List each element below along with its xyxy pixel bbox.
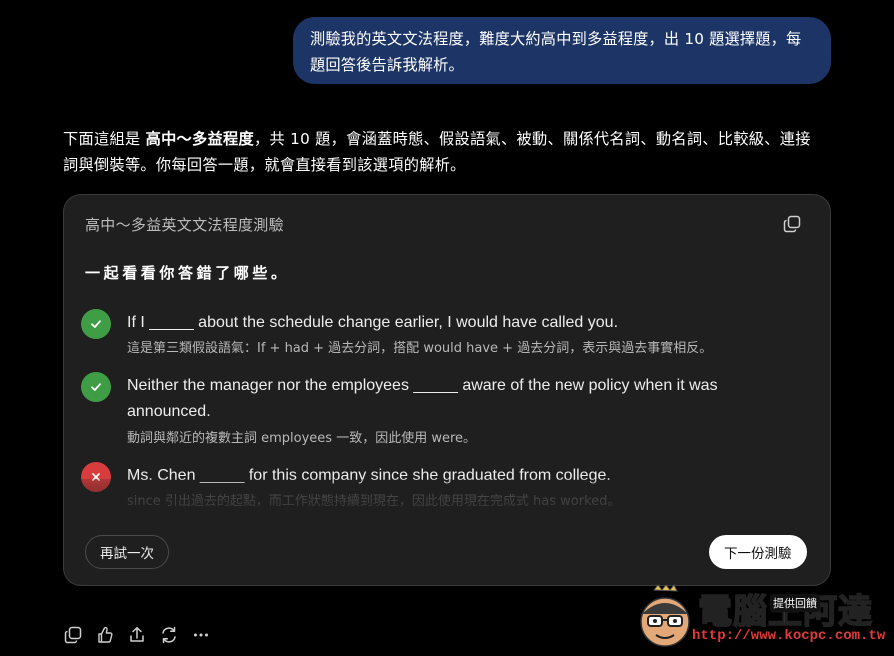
explanation-text: 這是第三類假設語氣：If + had + 過去分詞，搭配 would have …: [127, 341, 713, 356]
watermark-url: http://www.kocpc.com.tw: [692, 628, 886, 644]
cross-icon: [81, 462, 111, 492]
more-icon[interactable]: [191, 625, 211, 645]
explanation-text: since 引出過去的起點，而工作狀態持續到現在，因此使用現在完成式 has w…: [127, 494, 621, 509]
result-list: If I _____ about the schedule change ear…: [64, 195, 830, 585]
next-quiz-button[interactable]: 下一份測驗: [709, 535, 807, 569]
feedback-icon[interactable]: [95, 625, 115, 645]
chat-page: 測驗我的英文文法程度，難度大約高中到多益程度，出 10 題選擇題，每 題回答後告…: [0, 0, 894, 656]
intro-text: 下面這組是: [63, 130, 146, 148]
assistant-intro-line: 詞與倒裝等。你每回答一題，就會直接看到該選項的解析。: [63, 156, 466, 174]
retry-button[interactable]: 再試一次: [85, 535, 169, 569]
tooltip: 提供回饋: [770, 594, 820, 612]
share-icon[interactable]: [127, 625, 147, 645]
explanation-text: 動詞與鄰近的複數主詞 employees 一致，因此使用 were。: [127, 431, 477, 446]
regenerate-icon[interactable]: [159, 625, 179, 645]
user-message-bubble: 測驗我的英文文法程度，難度大約高中到多益程度，出 10 題選擇題，每 題回答後告…: [293, 17, 831, 84]
site-watermark: 電腦王阿達 http://www.kocpc.com.tw: [636, 580, 890, 652]
check-icon: [81, 309, 111, 339]
question-text: If I _____ about the schedule change ear…: [127, 314, 619, 331]
question-text: Neither the manager nor the employees __…: [127, 377, 718, 420]
question-text: Ms. Chen _____ for this company since sh…: [127, 467, 611, 484]
assistant-intro-line: 下面這組是 高中～多益程度，共 10 題，會涵蓋時態、假設語氣、被動、關係代名詞…: [63, 126, 833, 152]
message-action-bar: [63, 625, 211, 645]
check-icon: [81, 372, 111, 402]
quiz-result-card: 高中～多益英文文法程度測驗 一起看看你答錯了哪些。 If I _____ abo…: [63, 194, 831, 586]
mascot-icon: [636, 584, 694, 648]
intro-text: ，共 10 題，會涵蓋時態、假設語氣、被動、關係代名詞、動名詞、比較級、連接: [254, 130, 811, 148]
intro-bold-text: 高中～多益程度: [145, 130, 254, 148]
user-message-line: 測驗我的英文文法程度，難度大約高中到多益程度，出 10 題選擇題，每: [310, 30, 802, 48]
user-message-line: 題回答後告訴我解析。: [310, 56, 464, 74]
copy-icon[interactable]: [63, 625, 83, 645]
assistant-intro: 下面這組是 高中～多益程度，共 10 題，會涵蓋時態、假設語氣、被動、關係代名詞…: [63, 126, 833, 178]
